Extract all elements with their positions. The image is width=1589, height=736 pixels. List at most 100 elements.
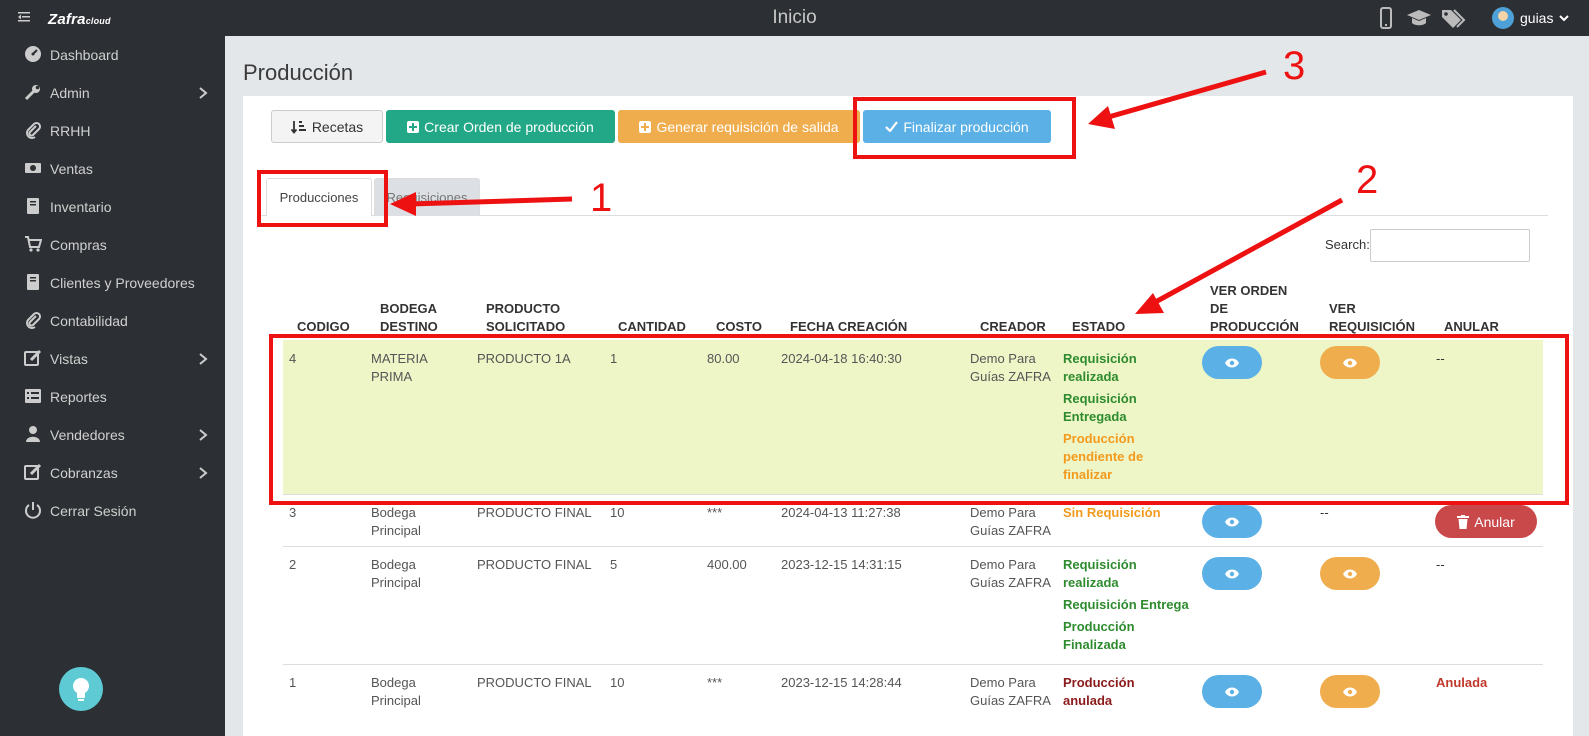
recetas-button[interactable]: Recetas — [271, 110, 383, 143]
sidebar-item-inventario[interactable]: Inventario — [0, 188, 225, 226]
sort-amount-icon — [290, 120, 306, 134]
cell-anular: -- — [1436, 557, 1445, 572]
header-ver-requisicion-line1[interactable]: VER — [1329, 300, 1356, 318]
cell-bodega: Bodega — [371, 675, 416, 690]
status-text: Finalizada — [1063, 637, 1126, 652]
cell-codigo: 1 — [289, 675, 297, 690]
cell-fecha: 2023-12-15 14:28:44 — [781, 675, 902, 690]
row-divider — [283, 546, 1543, 547]
book-icon — [27, 274, 39, 290]
trash-icon — [1457, 514, 1470, 529]
mobile-icon[interactable] — [1373, 7, 1399, 29]
sidebar-item-admin[interactable]: Admin — [0, 74, 225, 112]
status-text: Producción — [1063, 675, 1135, 690]
annotation-box-finalizar — [853, 97, 1076, 159]
cell-producto: PRODUCTO FINAL — [477, 505, 592, 520]
book-icon — [27, 198, 39, 214]
cell-creador: Demo Para — [970, 505, 1036, 520]
cell-fecha: 2024-04-13 11:27:38 — [781, 505, 901, 520]
cell-cantidad: 10 — [610, 505, 625, 520]
cell-cantidad: 5 — [610, 557, 618, 572]
eye-icon — [1343, 687, 1357, 696]
chevron-right-icon — [199, 429, 208, 441]
sidebar-item-dashboard[interactable]: Dashboard — [0, 36, 225, 74]
sidebar-item-label: Vistas — [50, 351, 88, 367]
sidebar-item-label: Dashboard — [50, 47, 119, 63]
eye-icon — [1225, 687, 1239, 696]
page-header-title: Inicio — [772, 7, 817, 28]
status-text: realizada — [1063, 575, 1119, 590]
annotation-box-row — [269, 334, 1569, 505]
sidebar: Dashboard Admin RRHH Ventas Inventario C… — [0, 36, 225, 736]
cell-producto: PRODUCTO FINAL — [477, 557, 592, 572]
list-icon — [25, 389, 41, 403]
header-bodega-line1[interactable]: BODEGA — [380, 300, 437, 318]
sidebar-item-vendedores[interactable]: Vendedores — [0, 416, 225, 454]
generar-requisicion-button[interactable]: Generar requisición de salida — [618, 110, 860, 143]
cell-creador: Demo Para — [970, 675, 1036, 690]
sidebar-item-label: RRHH — [50, 123, 91, 139]
sidebar-item-label: Cobranzas — [50, 465, 118, 481]
app-logo[interactable]: Zafracloud — [48, 11, 111, 28]
status-text: Requisición Entrega — [1063, 597, 1189, 612]
sidebar-item-label: Cerrar Sesión — [50, 503, 137, 519]
cell-ver-requisicion: -- — [1320, 505, 1329, 520]
cell-bodega: Principal — [371, 693, 421, 708]
crear-orden-button[interactable]: Crear Orden de producción — [386, 110, 615, 143]
header-ver-orden-line2[interactable]: DE — [1210, 300, 1228, 318]
search-label: Search: — [1325, 237, 1370, 252]
sidebar-item-label: Admin — [50, 85, 90, 101]
paperclip-icon — [26, 121, 42, 139]
power-icon — [25, 502, 41, 519]
cell-bodega: Principal — [371, 575, 421, 590]
sidebar-item-cerrar-sesion[interactable]: Cerrar Sesión — [0, 492, 225, 530]
sidebar-item-vistas[interactable]: Vistas — [0, 340, 225, 378]
plus-square-icon — [407, 120, 420, 133]
ver-orden-button[interactable] — [1202, 557, 1262, 590]
sidebar-item-rrhh[interactable]: RRHH — [0, 112, 225, 150]
chevron-right-icon — [199, 87, 208, 99]
sidebar-item-clientes-proveedores[interactable]: Clientes y Proveedores — [0, 264, 225, 302]
annotation-box-tab — [257, 170, 388, 227]
sidebar-item-compras[interactable]: Compras — [0, 226, 225, 264]
graduation-cap-icon[interactable] — [1406, 7, 1432, 29]
search-input[interactable] — [1370, 229, 1530, 262]
sidebar-item-ventas[interactable]: Ventas — [0, 150, 225, 188]
cell-bodega: Bodega — [371, 505, 416, 520]
tab-requisiciones[interactable]: Requisiciones — [374, 178, 480, 216]
ver-requisicion-button[interactable] — [1320, 557, 1380, 590]
eye-icon — [1343, 569, 1357, 578]
chevron-right-icon — [199, 467, 208, 479]
tags-icon[interactable] — [1440, 7, 1466, 29]
ver-requisicion-button[interactable] — [1320, 675, 1380, 708]
annotation-number-3: 3 — [1283, 44, 1306, 88]
ver-orden-button[interactable] — [1202, 675, 1262, 708]
anular-button[interactable]: Anular — [1435, 505, 1537, 538]
eye-icon — [1225, 569, 1239, 578]
cell-producto: PRODUCTO FINAL — [477, 675, 592, 690]
sidebar-item-reportes[interactable]: Reportes — [0, 378, 225, 416]
sidebar-item-label: Contabilidad — [50, 313, 128, 329]
header-ver-orden-line1[interactable]: VER ORDEN — [1210, 282, 1287, 300]
chevron-right-icon — [199, 353, 208, 365]
cell-creador: Guías ZAFRA — [970, 523, 1051, 538]
user-menu[interactable]: guias — [1492, 7, 1570, 29]
cart-icon — [25, 236, 42, 252]
ver-orden-button[interactable] — [1202, 505, 1262, 538]
logo-text: Zafra — [48, 11, 86, 28]
sidebar-item-label: Reportes — [50, 389, 107, 405]
sidebar-item-label: Clientes y Proveedores — [50, 275, 195, 291]
cell-costo: *** — [707, 675, 723, 690]
money-icon — [25, 163, 41, 173]
crear-orden-label: Crear Orden de producción — [424, 118, 594, 135]
cell-costo: *** — [707, 505, 723, 520]
header-producto-line1[interactable]: PRODUCTO — [486, 300, 560, 318]
sidebar-item-label: Inventario — [50, 199, 112, 215]
sidebar-item-cobranzas[interactable]: Cobranzas — [0, 454, 225, 492]
menu-toggle-icon[interactable] — [16, 9, 32, 25]
sidebar-item-label: Compras — [50, 237, 107, 253]
help-bulb-button[interactable] — [59, 667, 103, 711]
cell-creador: Guías ZAFRA — [970, 693, 1051, 708]
status-anulada: Anulada — [1436, 675, 1488, 690]
sidebar-item-contabilidad[interactable]: Contabilidad — [0, 302, 225, 340]
